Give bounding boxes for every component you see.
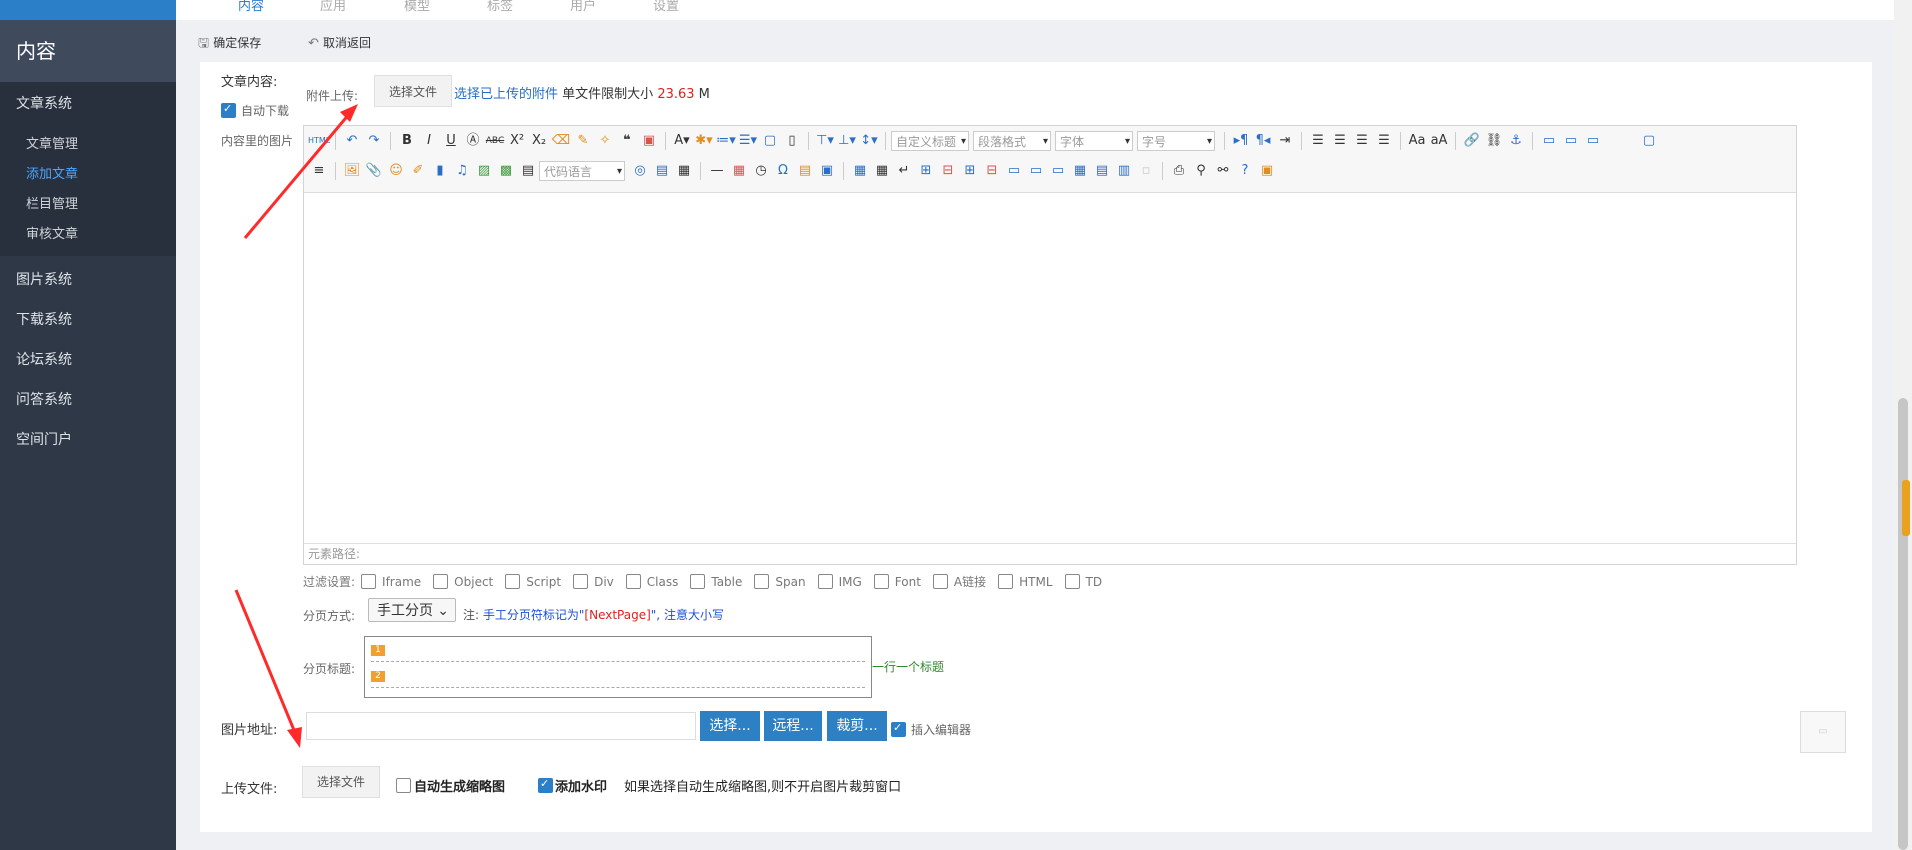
annotation-arrowhead-2 (287, 727, 302, 748)
annotation-arrow-1 (243, 112, 352, 239)
annotation-arrowhead-1 (340, 104, 358, 122)
annotation-arrows (234, 104, 358, 748)
annotation-arrow-2 (234, 589, 298, 736)
